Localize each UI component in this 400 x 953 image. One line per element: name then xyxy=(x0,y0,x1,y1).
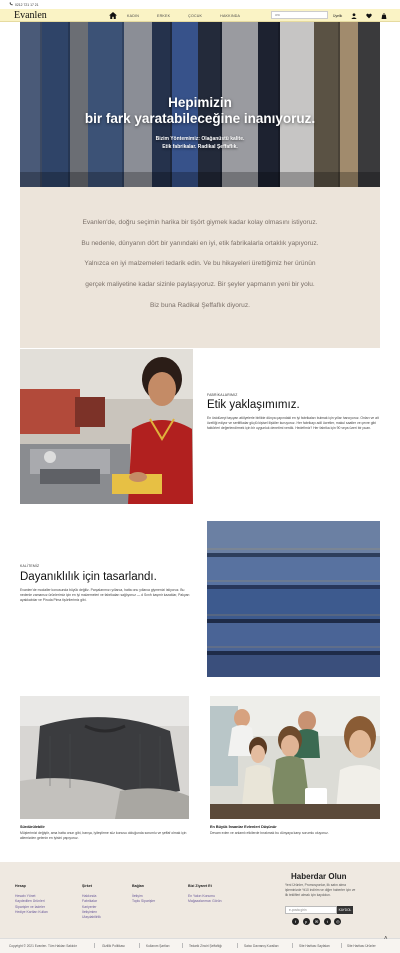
sustain-body: Müşterimizi değiştir, ama hatta onun gib… xyxy=(20,831,187,840)
twitter-icon[interactable]: t xyxy=(323,918,331,925)
intro-line: Bu nedenle, dünyanın dört bir yanındaki … xyxy=(81,239,319,247)
quality-body: Evanlen'de modaller konusunda büyük deği… xyxy=(20,588,190,602)
ethics-title: Etik yaklaşımımız. xyxy=(207,399,300,411)
quality-title: Dayanıklılık için tasarlandı. xyxy=(20,571,157,583)
team-people-image xyxy=(210,696,380,819)
intro-line: Biz buna Radikal Şeffaflık diyoruz. xyxy=(150,301,250,309)
page: 0212 721 17 21 Evanlen KADIN ERKEK ÇOCUK… xyxy=(0,0,400,953)
heart-icon[interactable] xyxy=(366,13,372,19)
nav-item-hakkinda[interactable]: HAKKINDA xyxy=(211,14,249,18)
site-footer: Hesap Hesabı Yönet Kaydedilen Ürünleri S… xyxy=(0,862,400,938)
newsletter-submit-button[interactable]: KAYDOL xyxy=(337,906,353,914)
folded-jeans-image xyxy=(207,521,380,677)
main-nav: KADIN ERKEK ÇOCUK HAKKINDA xyxy=(108,9,249,22)
pinterest-icon[interactable]: p xyxy=(302,918,310,925)
footer-link[interactable]: Mağazalarımızı Görün xyxy=(188,899,222,904)
bottom-link-sitemap-pages[interactable]: Site Haritası Sayfaları xyxy=(299,944,330,948)
intro-line: gerçek maliyetine kadar sizinle paylaşıy… xyxy=(85,281,315,289)
site-header: Evanlen KADIN ERKEK ÇOCUK HAKKINDA ara Ü… xyxy=(0,9,400,22)
footer-col-connect: Bağlan İletişim Toplu Siparişler xyxy=(132,884,156,904)
factory-worker-image xyxy=(20,349,193,504)
search-input[interactable]: ara xyxy=(271,11,328,19)
footer-link[interactable]: Hediye Kartları Kullan xyxy=(15,910,48,915)
copyright-text: Copyright © 2021 Evanlen. Tüm Hakları Sa… xyxy=(9,944,78,948)
nav-item-erkek[interactable]: ERKEK xyxy=(148,14,179,18)
hero-subtitle: Bizim Yöntemimiz: Olağanüstü kalite. Eti… xyxy=(155,136,245,150)
phone-number[interactable]: 0212 721 17 21 xyxy=(15,3,39,7)
logo[interactable]: Evanlen xyxy=(14,9,47,22)
separator xyxy=(292,943,293,948)
instagram-icon[interactable]: ◎ xyxy=(334,918,342,925)
account-area: Üyelik xyxy=(333,9,387,22)
user-icon[interactable] xyxy=(351,12,357,19)
separator xyxy=(341,943,342,948)
knit-sweaters-image xyxy=(20,696,189,819)
intro-block: Evanlen'de, doğru seçimin harika bir tiş… xyxy=(20,187,380,348)
separator xyxy=(237,943,238,948)
bottom-link-privacy[interactable]: Gizlilik Politikası xyxy=(102,944,125,948)
bottom-link-terms[interactable]: Kullanım Şartları xyxy=(146,944,170,948)
cart-icon[interactable] xyxy=(381,12,387,19)
ethics-body: En üstdüzeyi taşıyan atölyelerle birlikt… xyxy=(207,416,379,430)
hero-title: Hepimizin bir fark yaratabileceğine inan… xyxy=(84,95,316,126)
phone-info: 0212 721 17 21 xyxy=(9,2,39,7)
bottom-bar: Copyright © 2021 Evanlen. Tüm Hakları Sa… xyxy=(0,938,400,953)
home-icon[interactable] xyxy=(108,9,118,22)
footer-col-company: Şirket Hakkında Fabrikalar Kariyerler İl… xyxy=(82,884,101,920)
social-links: f p ✉ t ◎ xyxy=(292,918,342,925)
top-bar: 0212 721 17 21 xyxy=(0,0,400,9)
nav-item-kadin[interactable]: KADIN xyxy=(118,14,148,18)
separator xyxy=(94,943,95,948)
separator xyxy=(139,943,140,948)
footer-link[interactable]: Ulaşılabilirlik xyxy=(82,915,101,920)
people-body: Devam eden ve anlamlı etkilerde bırakmak… xyxy=(210,831,329,835)
footer-col-visit: Bizi Ziyaret Et En Yakın Konumu Mağazala… xyxy=(188,884,222,904)
newsletter-text: Yeni Ürünler, Promosyonlar, ilk satın al… xyxy=(285,883,356,897)
footer-link[interactable]: Toplu Siparişler xyxy=(132,899,155,904)
people-title: En Büyük İnsanlar Evlenleri Düşünür xyxy=(210,825,277,829)
account-label[interactable]: Üyelik xyxy=(333,14,342,18)
footer-link[interactable]: Kaydedilen Ürünleri xyxy=(15,899,48,904)
sustain-title: Sürdürülebilir xyxy=(20,825,45,829)
phone-icon xyxy=(9,2,13,7)
newsletter-title: Haberdar Olun xyxy=(291,872,347,881)
ethics-eyebrow: FABRİKALARIMIZ xyxy=(207,393,238,397)
nav-item-cocuk[interactable]: ÇOCUK xyxy=(179,14,211,18)
bottom-link-supply-chain[interactable]: Tedarik Zinciri Şeffaflığı xyxy=(189,944,222,948)
email-icon[interactable]: ✉ xyxy=(313,918,321,925)
intro-line: Evanlen'de, doğru seçimin harika bir tiş… xyxy=(82,219,318,226)
footer-col-account: Hesap Hesabı Yönet Kaydedilen Ürünleri S… xyxy=(15,884,48,915)
bottom-link-seller-rules[interactable]: Satıcı Davranış Kuralları xyxy=(244,944,279,948)
hero-banner: Hepimizin bir fark yaratabileceğine inan… xyxy=(20,22,380,187)
newsletter-email-input[interactable]: e-posta girin xyxy=(285,906,337,914)
back-to-top-icon[interactable]: ˄ xyxy=(384,936,388,942)
quality-eyebrow: KALİTEMİZ xyxy=(20,564,40,568)
bottom-link-sitemap-products[interactable]: Site Haritası Ürünler xyxy=(347,944,376,948)
intro-line: Yalnızca en iyi malzemeleri tedarik edin… xyxy=(84,260,316,268)
separator xyxy=(182,943,183,948)
facebook-icon[interactable]: f xyxy=(292,918,299,925)
